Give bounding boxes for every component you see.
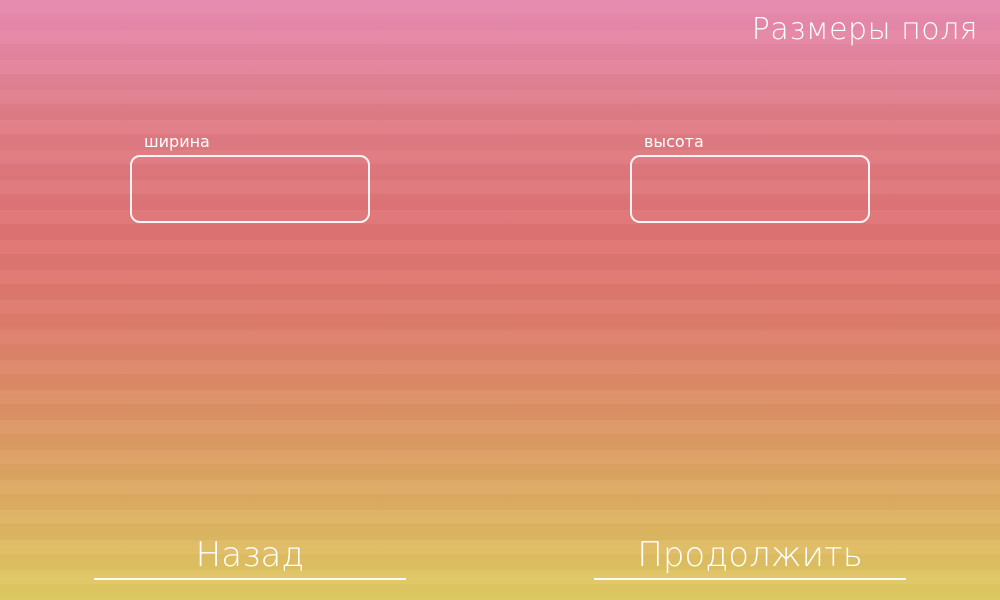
height-label: высота <box>644 132 704 151</box>
continue-button-underline <box>594 578 906 580</box>
back-button[interactable]: Назад <box>94 530 406 580</box>
height-input[interactable] <box>630 155 870 223</box>
page-title: Размеры поля <box>751 12 978 47</box>
back-button-underline <box>94 578 406 580</box>
continue-button[interactable]: Продолжить <box>594 530 906 580</box>
gradient-background <box>0 0 1000 600</box>
width-field-group: ширина <box>130 132 370 223</box>
width-label: ширина <box>144 132 210 151</box>
width-input[interactable] <box>130 155 370 223</box>
height-field-group: высота <box>630 132 870 223</box>
